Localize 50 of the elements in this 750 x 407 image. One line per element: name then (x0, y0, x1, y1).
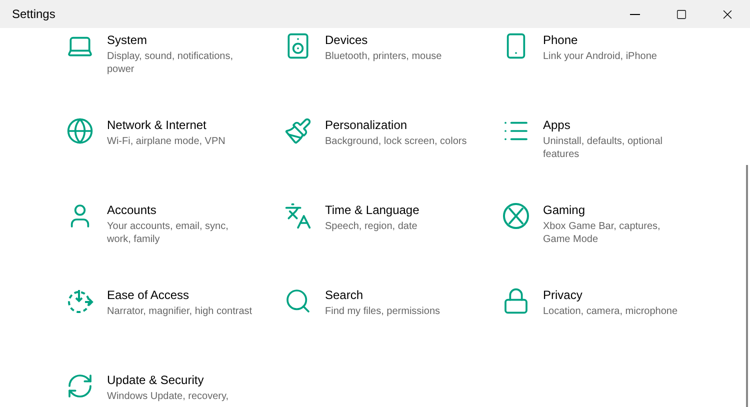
settings-category[interactable]: Apps Uninstall, defaults, optional features (502, 117, 720, 202)
category-description: Wi-Fi, airplane mode, VPN (107, 135, 226, 148)
category-title: Privacy (543, 288, 584, 303)
settings-category[interactable]: Time & Language Speech, region, date (284, 202, 502, 287)
maximize-icon (676, 8, 686, 20)
settings-category[interactable]: Gaming Xbox Game Bar, captures, Game Mode (502, 202, 720, 287)
globe-icon (66, 117, 94, 145)
category-title: Personalization (325, 118, 408, 133)
category-title: Update & Security (107, 373, 205, 388)
category-title: Network & Internet (107, 118, 208, 133)
category-title: System (107, 33, 148, 48)
settings-category[interactable]: Devices Bluetooth, printers, mouse (284, 32, 502, 117)
language-icon (284, 202, 312, 230)
paintbrush-icon (284, 117, 312, 145)
settings-category[interactable]: Phone Link your Android, iPhone (502, 32, 720, 117)
window-title: Settings (11, 6, 56, 23)
category-description: Link your Android, iPhone (543, 50, 658, 63)
category-description: Xbox Game Bar, captures, Game Mode (543, 220, 662, 246)
category-title: Accounts (107, 203, 158, 218)
category-description: Background, lock screen, colors (325, 135, 468, 148)
scrollbar[interactable] (746, 165, 748, 407)
refresh-icon (66, 372, 94, 400)
category-title: Gaming (543, 203, 586, 218)
settings-category[interactable]: Ease of Access Narrator, magnifier, high contrast (66, 287, 284, 372)
category-description: Location, camera, microphone (543, 305, 679, 318)
category-title: Devices (325, 33, 369, 48)
search-icon (284, 287, 312, 315)
category-title: Phone (543, 33, 579, 48)
category-description: Display, sound, notifications, power (107, 50, 234, 76)
category-title: Apps (543, 118, 572, 133)
settings-category[interactable]: Network & Internet Wi-Fi, airplane mode, VPN (66, 117, 284, 202)
category-description: Speech, region, date (325, 220, 418, 233)
category-title: Time & Language (325, 203, 420, 218)
category-title: Search (325, 288, 364, 303)
settings-category[interactable]: Search Find my files, permissions (284, 287, 502, 372)
category-title: Ease of Access (107, 288, 190, 303)
settings-category[interactable]: Personalization Background, lock screen, colors (284, 117, 502, 202)
dashed-circle-arrows-icon (66, 287, 94, 315)
lock-icon (502, 287, 530, 315)
category-description: Uninstall, defaults, optional features (543, 135, 664, 161)
category-description: Narrator, magnifier, high contrast (107, 305, 253, 318)
category-description: Find my files, permissions (325, 305, 442, 318)
category-description: Your accounts, email, sync, work, family (107, 220, 230, 246)
settings-category[interactable]: Accounts Your accounts, email, sync, work, family (66, 202, 284, 287)
crossed-circle-icon (502, 202, 530, 230)
category-description: Bluetooth, printers, mouse (325, 50, 443, 63)
settings-category[interactable]: Privacy Location, camera, microphone (502, 287, 720, 372)
settings-category[interactable]: Update & Security Windows Update, recovery, (66, 372, 284, 407)
settings-category[interactable]: System Display, sound, notifications, power (66, 32, 284, 117)
category-description: Windows Update, recovery, (107, 390, 230, 403)
